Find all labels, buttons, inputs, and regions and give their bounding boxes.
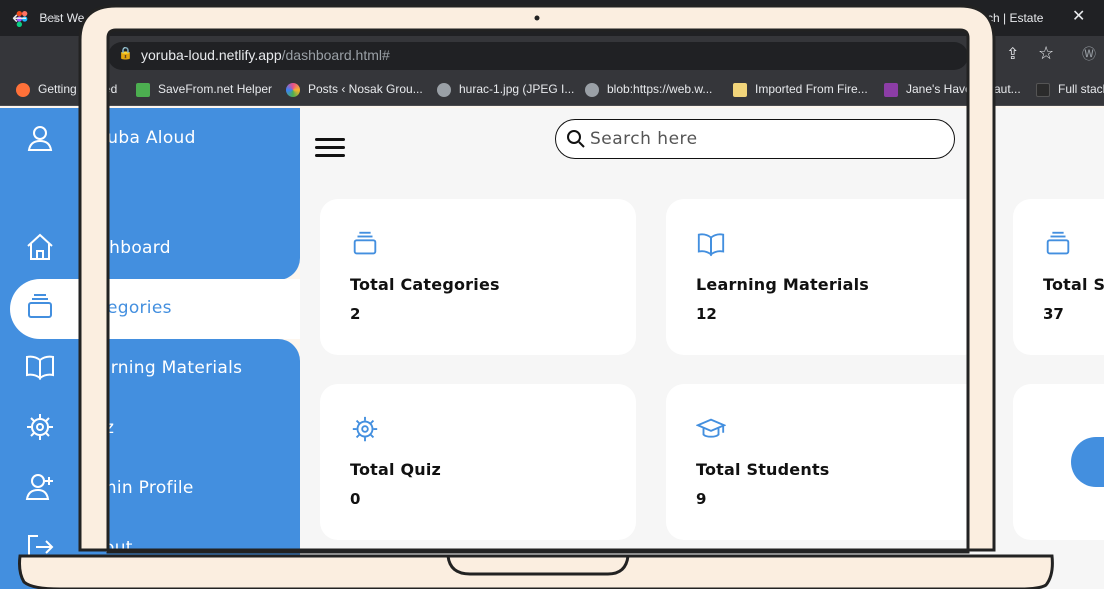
sidebar-item-logout[interactable]: out [104, 538, 133, 558]
bookmark-label: ed [104, 82, 118, 96]
bookmark-label: Imported From Fire... [755, 82, 868, 96]
book-icon[interactable] [24, 351, 56, 383]
lock-icon[interactable]: 🔒 [118, 46, 133, 60]
menu-toggle-button[interactable] [315, 138, 345, 160]
bookmark-label: Jane's Have [906, 82, 972, 96]
stat-card-quiz[interactable]: Total Quiz 0 [320, 384, 636, 540]
gear-icon [352, 416, 378, 442]
bookmark-label: Posts ‹ Nosak Grou... [308, 82, 423, 96]
wordpress-icon[interactable]: Ⓦ [1082, 44, 1096, 64]
card-title: Total Students [696, 460, 830, 479]
bookmark-savefrom[interactable]: SaveFrom.net Helper [136, 82, 272, 97]
forward-arrow-icon[interactable]: → [44, 8, 59, 29]
card-title: Total Quiz [350, 460, 442, 479]
sidebar-item-learning-materials[interactable]: arning Materials [100, 358, 242, 378]
home-icon[interactable] [24, 231, 56, 263]
sidebar-item-quiz[interactable]: iz [100, 418, 114, 438]
firefox-icon [16, 82, 30, 97]
bookmark-label: blob:https://web.w... [607, 82, 713, 96]
share-icon[interactable]: ⇪ [1006, 44, 1019, 63]
book-icon [697, 233, 725, 257]
search-icon[interactable] [566, 129, 586, 149]
globe-icon [437, 82, 451, 97]
graduation-cap-icon [696, 418, 726, 438]
globe-icon [585, 82, 599, 97]
page-icon [1036, 82, 1050, 97]
search-box[interactable] [555, 119, 955, 159]
card-title: Learning Materials [696, 275, 870, 294]
bookmark-aut[interactable]: aut... [994, 82, 1021, 96]
stat-card-students[interactable]: Total Students 9 [666, 384, 982, 540]
card-value: 2 [350, 305, 361, 323]
stat-card-learning-materials[interactable]: Learning Materials 12 [666, 199, 982, 355]
url-path: /dashboard.html# [281, 47, 390, 63]
tab-bar [0, 0, 1104, 36]
card-title: Total S [1043, 275, 1104, 294]
layers-icon[interactable] [24, 291, 56, 323]
bookmark-label: aut... [994, 82, 1021, 96]
download-arrow-icon [136, 82, 150, 97]
logout-icon[interactable] [24, 531, 56, 563]
stat-card-total-s[interactable]: Total S 37 [1013, 199, 1104, 355]
url-text[interactable]: yoruba-loud.netlify.app/dashboard.html# [141, 47, 390, 63]
card-value: 9 [696, 490, 707, 508]
sidebar-item-categories[interactable]: tegories [100, 298, 172, 318]
card-value: 37 [1043, 305, 1064, 323]
tab-title: Arch | Estate [975, 11, 1044, 25]
gear-icon[interactable] [24, 411, 56, 443]
url-host: yoruba-loud.netlify.app [141, 47, 282, 63]
sidebar-item-admin-profile[interactable]: min Profile [100, 478, 194, 498]
layers-icon [353, 231, 377, 255]
bookmark-getting[interactable]: Getting [16, 82, 77, 97]
layers-icon [1046, 231, 1070, 255]
bookmark-icon [884, 82, 898, 97]
brand-title: ruba Aloud [100, 128, 196, 148]
card-title: Total Categories [350, 275, 500, 294]
bookmark-blob[interactable]: blob:https://web.w... [585, 82, 712, 97]
user-icon[interactable] [24, 122, 56, 154]
add-user-icon[interactable] [24, 471, 56, 503]
bookmark-label: SaveFrom.net Helper [158, 82, 273, 96]
bookmark-fullstack[interactable]: Full stack [1036, 82, 1104, 97]
bookmark-label: Getting [38, 82, 77, 96]
close-tab-icon[interactable]: ✕ [1072, 6, 1085, 25]
bookmark-janes[interactable]: Jane's Have [884, 82, 972, 97]
bookmark-ed[interactable]: ed [104, 82, 117, 96]
card-value: 0 [350, 490, 361, 508]
bookmark-star-icon[interactable]: ☆ [1038, 43, 1054, 64]
sidebar-item-dashboard[interactable]: shboard [100, 238, 171, 258]
bookmark-posts[interactable]: Posts ‹ Nosak Grou... [286, 82, 423, 97]
bookmark-imported[interactable]: Imported From Fire... [733, 82, 868, 97]
bookmark-label: Full stack [1058, 82, 1104, 96]
card-value: 12 [696, 305, 717, 323]
tab-arch-estate[interactable]: Arch | Estate [975, 4, 1043, 32]
stat-card-categories[interactable]: Total Categories 2 [320, 199, 636, 355]
colorful-circle-icon [286, 82, 300, 97]
icon-rail [0, 108, 80, 589]
bookmark-label: hurac-1.jpg (JPEG I... [459, 82, 575, 96]
bookmark-hurac[interactable]: hurac-1.jpg (JPEG I... [437, 82, 574, 97]
search-input[interactable] [590, 127, 940, 151]
folder-icon [733, 82, 747, 97]
back-arrow-icon[interactable]: ← [12, 8, 27, 29]
